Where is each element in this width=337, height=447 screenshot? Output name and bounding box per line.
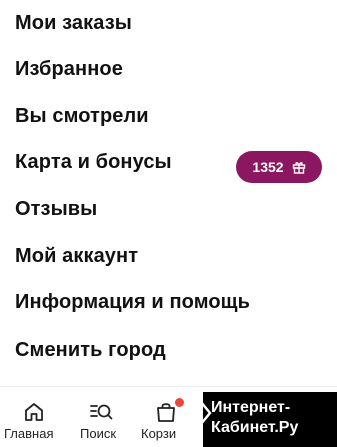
bonus-points-badge[interactable]: 1352 [236, 151, 322, 183]
bonus-points-value: 1352 [252, 159, 284, 175]
menu-item-change-city[interactable]: Сменить город [0, 327, 337, 373]
menu-item-label: Избранное [15, 57, 123, 80]
tab-cart-label: Корзи [141, 426, 177, 441]
menu-item-favorites[interactable]: Избранное [0, 46, 337, 92]
menu-item-label: Карта и бонусы [15, 150, 172, 173]
watermark-line-2: Кабинет.Ру [211, 419, 299, 436]
menu-item-info-help[interactable]: Информация и помощь [0, 279, 337, 325]
menu-item-label: Вы смотрели [15, 104, 149, 127]
menu-item-label: Отзывы [15, 197, 98, 220]
tab-search[interactable]: Поиск [72, 394, 132, 447]
tab-home-label: Главная [4, 426, 54, 441]
menu-item-label: Сменить город [15, 338, 166, 361]
menu-item-label: Мои заказы [15, 11, 132, 34]
tab-search-label: Поиск [80, 426, 117, 441]
cart-notification-dot [175, 398, 184, 407]
watermark-logo: Интернет- Кабинет.Ру [200, 392, 337, 447]
menu-item-label: Информация и помощь [15, 290, 251, 313]
menu-item-viewed[interactable]: Вы смотрели [0, 93, 337, 139]
watermark-arrow-icon [200, 401, 212, 425]
tab-home[interactable]: Главная [0, 394, 66, 447]
search-icon [90, 404, 113, 420]
tab-cart[interactable]: Корзи [138, 394, 200, 447]
menu-item-label: Мой аккаунт [15, 244, 139, 267]
home-icon [25, 403, 43, 421]
menu-item-card-bonuses[interactable]: Карта и бонусы 1352 [0, 139, 337, 185]
account-menu-screen: Мои заказы Избранное Вы смотрели Карта и… [0, 0, 337, 447]
gift-icon [292, 162, 305, 174]
menu-item-reviews[interactable]: Отзывы [0, 186, 337, 232]
menu-item-orders[interactable]: Мои заказы [0, 0, 337, 46]
watermark-line-1: Интернет- [211, 399, 291, 416]
menu-item-account[interactable]: Мой аккаунт [0, 233, 337, 279]
tabbar-divider [0, 386, 337, 387]
